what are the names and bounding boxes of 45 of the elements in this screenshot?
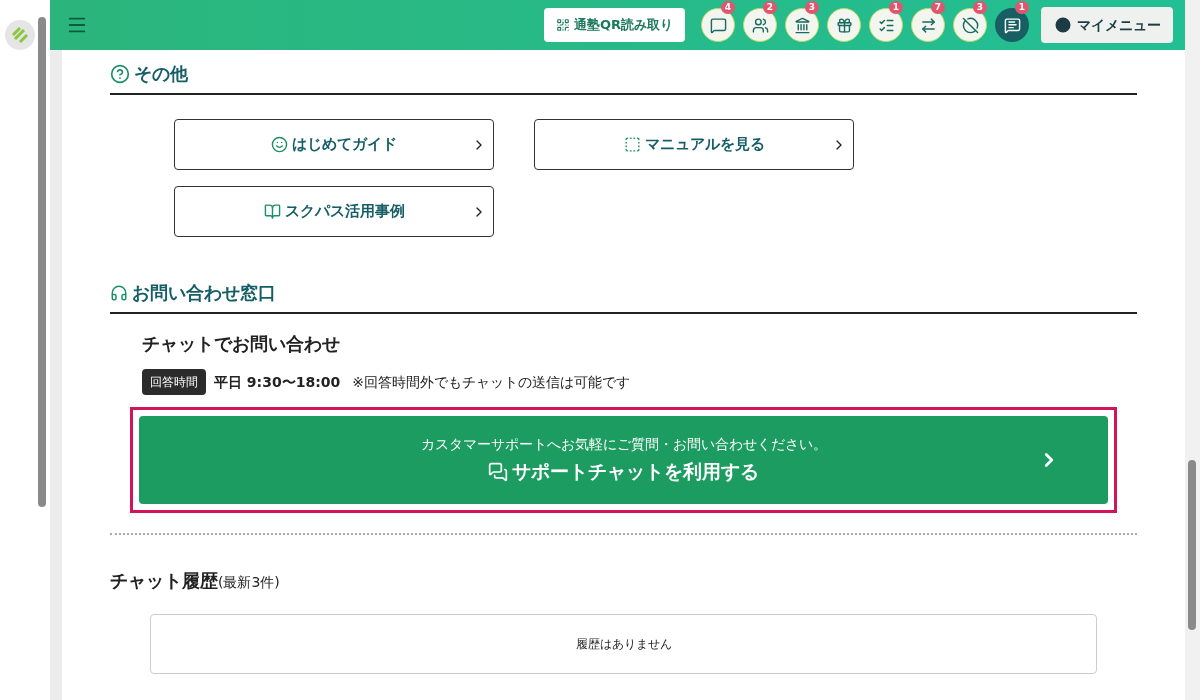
round-icon-button[interactable] <box>995 8 1029 42</box>
hours-note: ※回答時間外でもチャットの送信は可能です <box>352 372 630 392</box>
notification-badge: 3 <box>804 1 819 14</box>
round-icon-button[interactable] <box>827 8 861 42</box>
scrollbar-thumb[interactable] <box>1188 460 1196 630</box>
chat-icon <box>488 461 508 482</box>
qr-icon <box>555 18 570 32</box>
support-chat-button[interactable]: カスタマーサポートへお気軽にご質問・お問い合わせください。 サポートチャットを利用する <box>139 416 1108 504</box>
chat-icon <box>1003 16 1021 34</box>
notification-badge: 4 <box>720 1 735 14</box>
scrollbar-thumb[interactable] <box>38 17 46 507</box>
help-icon <box>110 63 130 84</box>
my-menu-button[interactable]: マイメニュー <box>1041 7 1173 43</box>
round-icon-button[interactable] <box>869 8 903 42</box>
notification-badge: 1 <box>888 1 903 14</box>
section-title: その他 <box>134 62 188 86</box>
history-title: チャット履歴 <box>110 569 218 593</box>
hours-text: 平日 9:30〜18:00 <box>214 372 341 392</box>
round-icon-button[interactable] <box>785 8 819 42</box>
smiley-icon <box>271 136 288 153</box>
hours-tag: 回答時間 <box>142 369 206 395</box>
gift-icon <box>835 16 853 34</box>
crossed-circle-icon <box>961 16 979 34</box>
section-title: お問い合わせ窓口 <box>132 281 276 305</box>
notification-badge: 1 <box>1014 1 1029 14</box>
speech-bubble-icon <box>709 16 727 34</box>
link-button[interactable]: マニュアルを見る <box>534 119 854 170</box>
link-button[interactable]: スクパス活用事例 <box>174 186 494 237</box>
people-icon <box>751 16 769 34</box>
round-icon-button[interactable] <box>743 8 777 42</box>
round-icon-button[interactable] <box>953 8 987 42</box>
bank-icon <box>793 16 811 34</box>
history-subtitle: (最新3件) <box>218 574 280 592</box>
link-button[interactable]: はじめてガイド <box>174 119 494 170</box>
notification-badge: 2 <box>762 1 777 14</box>
headset-icon <box>110 283 128 302</box>
round-icon-button[interactable] <box>911 8 945 42</box>
history-empty-box: 履歴はありません <box>150 614 1097 674</box>
chat-title: チャットでお問い合わせ <box>142 332 341 356</box>
round-icon-button[interactable] <box>701 8 735 42</box>
book-icon <box>263 203 281 220</box>
notification-badge: 3 <box>972 1 987 14</box>
notification-badge: 7 <box>930 1 945 14</box>
qr-button[interactable]: 通塾QR読み取り <box>543 8 685 42</box>
arrows-icon <box>919 16 937 34</box>
